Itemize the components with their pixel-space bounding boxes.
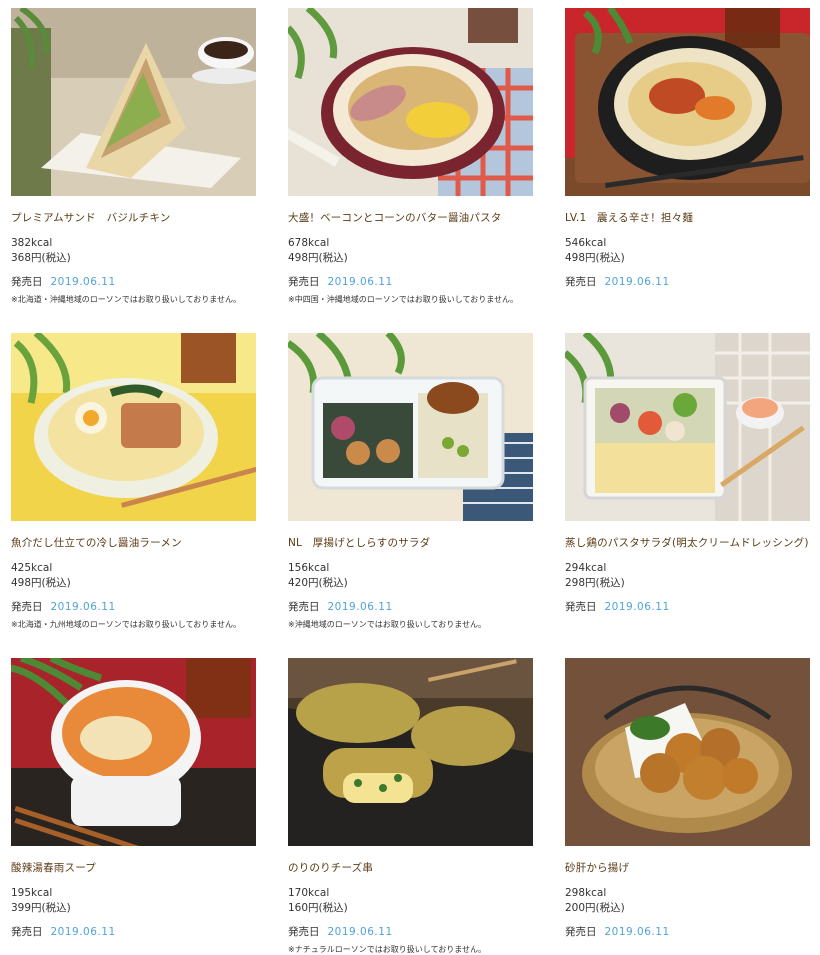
release-label: 発売日 [565, 601, 597, 613]
product-price: 298円(税込) [565, 577, 625, 589]
product-kcal: 170kcal [288, 887, 330, 899]
product-card: 大盛！ベーコンとコーンのバター醤油パスタ 678kcal 498円(税込) 発売… [288, 8, 533, 305]
product-name[interactable]: NL 厚揚げとしらすのサラダ [288, 535, 533, 551]
release-info: 発売日 2019.06.11 [11, 275, 256, 290]
product-price: 368円(税込) [11, 252, 71, 264]
product-kcal: 298kcal [565, 887, 607, 899]
release-label: 発売日 [11, 601, 43, 613]
product-name[interactable]: プレミアムサンド バジルチキン [11, 210, 256, 226]
product-card: 酸辣湯春雨スープ 195kcal 399円(税込) 発売日 2019.06.11 [11, 658, 256, 944]
release-date: 2019.06.11 [50, 276, 116, 288]
tantanmen-photo-icon[interactable] [565, 8, 810, 196]
product-price: 498円(税込) [565, 252, 625, 264]
product-card: のりのりチーズ串 170kcal 160円(税込) 発売日 2019.06.11 … [288, 658, 533, 955]
release-label: 発売日 [565, 276, 597, 288]
availability-note: ※北海道・沖縄地域のローソンではお取り扱いしておりません。 [11, 295, 241, 304]
release-info: 発売日 2019.06.11 [565, 600, 810, 615]
product-name[interactable]: 魚介だし仕立ての冷し醤油ラーメン [11, 535, 256, 551]
product-card: LV.1 震える辛さ！担々麺 546kcal 498円(税込) 発売日 2019.… [565, 8, 810, 294]
release-info: 発売日 2019.06.11 [11, 600, 256, 615]
product-name[interactable]: 酸辣湯春雨スープ [11, 860, 256, 876]
release-date: 2019.06.11 [327, 276, 393, 288]
release-date: 2019.06.11 [604, 276, 670, 288]
product-kcal: 546kcal [565, 237, 607, 249]
pasta-photo-icon[interactable] [288, 8, 533, 196]
product-card: 蒸し鶏のパスタサラダ(明太クリームドレッシング) 294kcal 298円(税込… [565, 333, 810, 619]
release-label: 発売日 [288, 276, 320, 288]
ramen-photo-icon[interactable] [11, 333, 256, 521]
product-kcal: 195kcal [11, 887, 53, 899]
product-card: プレミアムサンド バジルチキン 382kcal 368円(税込) 発売日 2019… [11, 8, 256, 305]
release-info: 発売日 2019.06.11 [288, 275, 533, 290]
product-price: 200円(税込) [565, 902, 625, 914]
availability-note: ※ナチュラルローソンではお取り扱いしておりません。 [288, 945, 486, 954]
release-info: 発売日 2019.06.11 [11, 925, 256, 940]
release-label: 発売日 [288, 926, 320, 938]
release-info: 発売日 2019.06.11 [288, 925, 533, 940]
release-label: 発売日 [288, 601, 320, 613]
release-date: 2019.06.11 [327, 926, 393, 938]
availability-note: ※沖縄地域のローソンではお取り扱いしておりません。 [288, 620, 486, 629]
product-name[interactable]: 砂肝から揚げ [565, 860, 810, 876]
product-grid: プレミアムサンド バジルチキン 382kcal 368円(税込) 発売日 2019… [0, 0, 820, 955]
product-kcal: 678kcal [288, 237, 330, 249]
product-name[interactable]: 蒸し鶏のパスタサラダ(明太クリームドレッシング) [565, 535, 810, 551]
product-kcal: 294kcal [565, 562, 607, 574]
product-name[interactable]: LV.1 震える辛さ！担々麺 [565, 210, 810, 226]
pasta-salad-photo-icon[interactable] [565, 333, 810, 521]
product-card: NL 厚揚げとしらすのサラダ 156kcal 420円(税込) 発売日 2019.… [288, 333, 533, 630]
availability-note: ※中四国・沖縄地域のローソンではお取り扱いしておりません。 [288, 295, 518, 304]
product-kcal: 156kcal [288, 562, 330, 574]
product-price: 420円(税込) [288, 577, 348, 589]
release-label: 発売日 [11, 926, 43, 938]
sandwich-photo-icon[interactable] [11, 8, 256, 196]
product-price: 498円(税込) [288, 252, 348, 264]
release-date: 2019.06.11 [50, 926, 116, 938]
product-name[interactable]: のりのりチーズ串 [288, 860, 533, 876]
release-info: 発売日 2019.06.11 [288, 600, 533, 615]
product-card: 砂肝から揚げ 298kcal 200円(税込) 発売日 2019.06.11 [565, 658, 810, 944]
release-date: 2019.06.11 [50, 601, 116, 613]
release-date: 2019.06.11 [327, 601, 393, 613]
product-kcal: 382kcal [11, 237, 53, 249]
release-info: 発売日 2019.06.11 [565, 275, 810, 290]
soup-photo-icon[interactable] [11, 658, 256, 846]
product-kcal: 425kcal [11, 562, 53, 574]
availability-note: ※北海道・九州地域のローソンではお取り扱いしておりません。 [11, 620, 241, 629]
karaage-photo-icon[interactable] [565, 658, 810, 846]
release-date: 2019.06.11 [604, 601, 670, 613]
cheese-skewer-photo-icon[interactable] [288, 658, 533, 846]
product-card: 魚介だし仕立ての冷し醤油ラーメン 425kcal 498円(税込) 発売日 201… [11, 333, 256, 630]
product-name[interactable]: 大盛！ベーコンとコーンのバター醤油パスタ [288, 210, 533, 226]
product-price: 498円(税込) [11, 577, 71, 589]
release-label: 発売日 [565, 926, 597, 938]
product-price: 399円(税込) [11, 902, 71, 914]
salad-box-photo-icon[interactable] [288, 333, 533, 521]
release-date: 2019.06.11 [604, 926, 670, 938]
release-label: 発売日 [11, 276, 43, 288]
product-price: 160円(税込) [288, 902, 348, 914]
release-info: 発売日 2019.06.11 [565, 925, 810, 940]
